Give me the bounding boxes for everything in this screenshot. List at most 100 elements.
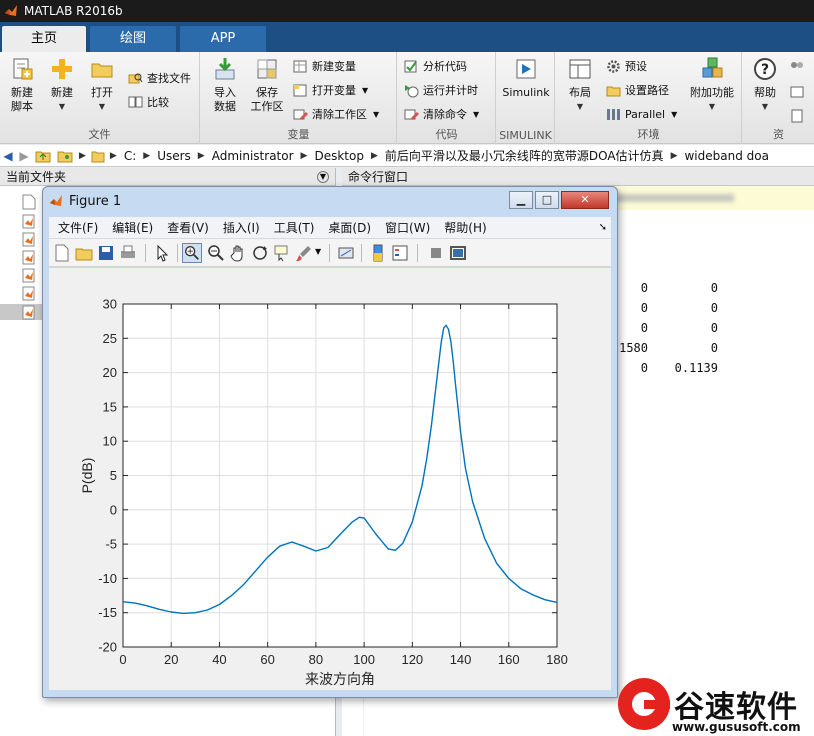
- tab-apps[interactable]: APP: [180, 26, 266, 52]
- file-icon[interactable]: [22, 194, 36, 210]
- menu-window[interactable]: 窗口(W): [385, 219, 430, 236]
- set-path-button[interactable]: 设置路径: [606, 80, 669, 100]
- compare-button[interactable]: 比较: [128, 92, 169, 112]
- minimize-button[interactable]: ▁: [509, 191, 533, 209]
- new-variable-button[interactable]: 新建变量: [293, 56, 356, 76]
- open-variable-button[interactable]: 打开变量 ▼: [293, 80, 368, 100]
- breadcrumb-drive[interactable]: C:: [124, 149, 136, 163]
- new-figure-icon[interactable]: [53, 244, 71, 262]
- open-button[interactable]: 打开 ▼: [80, 56, 124, 114]
- insert-colorbar-icon[interactable]: [369, 244, 387, 262]
- figure-window[interactable]: Figure 1 ▁ □ ✕ 文件(F) 编辑(E) 查看(V) 插入(I) 工…: [42, 186, 618, 698]
- clear-workspace-dropdown-icon[interactable]: ▼: [373, 110, 379, 119]
- zoom-out-icon[interactable]: [207, 244, 225, 262]
- clear-commands-dropdown-icon[interactable]: ▼: [473, 110, 479, 119]
- menu-edit[interactable]: 编辑(E): [112, 219, 153, 236]
- edit-plot-pointer-icon[interactable]: [153, 244, 171, 262]
- menu-insert[interactable]: 插入(I): [223, 219, 260, 236]
- m-file-icon[interactable]: [22, 268, 36, 283]
- breadcrumb-wideband-doa[interactable]: wideband doa: [684, 149, 768, 163]
- clear-workspace-button[interactable]: 清除工作区 ▼: [293, 104, 379, 124]
- m-file-icon[interactable]: [22, 305, 36, 320]
- community-icon[interactable]: [789, 60, 805, 76]
- forward-arrow-icon[interactable]: ▶: [16, 149, 32, 163]
- new-script-label-2: 脚本: [11, 100, 33, 113]
- insert-legend-icon[interactable]: [391, 244, 409, 262]
- new-dropdown-arrow-icon[interactable]: ▼: [40, 100, 84, 114]
- parallel-button[interactable]: Parallel ▼: [606, 104, 677, 124]
- tab-plots[interactable]: 绘图: [90, 26, 176, 52]
- link-plot-icon[interactable]: [337, 244, 355, 262]
- hide-plot-tools-icon[interactable]: [427, 244, 445, 262]
- menu-tools[interactable]: 工具(T): [274, 219, 315, 236]
- open-dropdown-arrow-icon[interactable]: ▼: [80, 100, 124, 114]
- new-script-button[interactable]: 新建 脚本: [0, 56, 44, 114]
- parallel-dropdown-icon[interactable]: ▼: [671, 110, 677, 119]
- save-workspace-button[interactable]: 保存 工作区: [245, 56, 289, 114]
- request-support-icon[interactable]: [789, 84, 805, 100]
- breadcrumb-project-folder[interactable]: 前后向平滑以及最小冗余线阵的宽带源DOA估计仿真: [385, 147, 664, 164]
- layout-label: 布局: [569, 86, 591, 99]
- run-and-time-button[interactable]: 运行并计时: [404, 80, 478, 100]
- y-tick-label: 20: [103, 365, 117, 380]
- import-data-button[interactable]: 导入 数据: [203, 56, 247, 114]
- open-variable-dropdown-icon[interactable]: ▼: [362, 86, 368, 95]
- m-file-icon[interactable]: [22, 232, 36, 247]
- x-tick-label: 60: [260, 652, 274, 667]
- layout-button[interactable]: 布局 ▼: [558, 56, 602, 114]
- help-dropdown-arrow-icon[interactable]: ▼: [743, 100, 787, 114]
- add-ons-cubes-icon: [702, 57, 723, 78]
- brush-icon[interactable]: [295, 244, 313, 262]
- menu-help[interactable]: 帮助(H): [444, 219, 486, 236]
- menu-view[interactable]: 查看(V): [167, 219, 209, 236]
- clear-commands-button[interactable]: 清除命令 ▼: [404, 104, 479, 124]
- cmd-value: 0: [710, 321, 718, 335]
- maximize-button[interactable]: □: [535, 191, 559, 209]
- pan-hand-icon[interactable]: [229, 244, 247, 262]
- dock-arrow-icon[interactable]: ➘: [599, 222, 607, 233]
- blurred-notice-text: [614, 194, 734, 202]
- add-ons-dropdown-arrow-icon[interactable]: ▼: [686, 100, 738, 114]
- back-arrow-icon[interactable]: ◀: [0, 149, 16, 163]
- simulink-button[interactable]: Simulink: [500, 56, 552, 100]
- folder-open-icon: [91, 63, 113, 78]
- resources-group: ? 帮助 ▼ 资: [743, 52, 814, 144]
- menu-file[interactable]: 文件(F): [58, 219, 98, 236]
- watermark-url: www.gususoft.com: [672, 720, 801, 734]
- analyze-code-button[interactable]: 分析代码: [404, 56, 467, 76]
- learn-matlab-icon[interactable]: [789, 108, 805, 124]
- data-cursor-icon[interactable]: [273, 244, 291, 262]
- browse-folder-icon[interactable]: [57, 149, 73, 163]
- tab-home[interactable]: 主页: [2, 26, 86, 52]
- menu-desktop[interactable]: 桌面(D): [328, 219, 371, 236]
- doa-spectrum-plot[interactable]: 0 20 40 60 80 100 120 140 160 180 -20 -15 -10 -5 0 5 10 1…: [49, 268, 611, 690]
- x-tick-label: 80: [309, 652, 323, 667]
- save-icon[interactable]: [97, 244, 115, 262]
- breadcrumb-administrator[interactable]: Administrator: [212, 149, 294, 163]
- open-label: 打开: [91, 86, 113, 99]
- new-button[interactable]: 新建 ▼: [40, 56, 84, 114]
- breadcrumb-desktop[interactable]: Desktop: [314, 149, 364, 163]
- close-button[interactable]: ✕: [561, 191, 609, 209]
- preferences-button[interactable]: 预设: [606, 56, 647, 76]
- panel-menu-icon[interactable]: ▼: [317, 171, 329, 183]
- brush-dropdown-icon[interactable]: ▼: [315, 247, 321, 256]
- m-file-icon[interactable]: [22, 250, 36, 265]
- show-plot-tools-icon[interactable]: [449, 244, 467, 262]
- add-ons-button[interactable]: 附加功能 ▼: [686, 56, 738, 114]
- m-file-icon[interactable]: [22, 286, 36, 301]
- help-button[interactable]: ? 帮助 ▼: [743, 56, 787, 114]
- save-ws-label-2: 工作区: [250, 100, 284, 113]
- zoom-in-icon[interactable]: [182, 243, 202, 263]
- figure-canvas[interactable]: 0 20 40 60 80 100 120 140 160 180 -20 -15 -10 -5 0 5 10 1…: [49, 268, 611, 690]
- breadcrumb-users[interactable]: Users: [157, 149, 191, 163]
- print-icon[interactable]: [119, 244, 137, 262]
- m-file-icon[interactable]: [22, 214, 36, 229]
- rotate-3d-icon[interactable]: [251, 244, 269, 262]
- app-title: MATLAB R2016b: [24, 4, 123, 18]
- open-file-icon[interactable]: [75, 244, 93, 262]
- up-folder-icon[interactable]: [35, 149, 51, 163]
- y-tick-label: -5: [105, 537, 117, 552]
- find-files-button[interactable]: 查找文件: [128, 68, 191, 88]
- layout-dropdown-arrow-icon[interactable]: ▼: [558, 100, 602, 114]
